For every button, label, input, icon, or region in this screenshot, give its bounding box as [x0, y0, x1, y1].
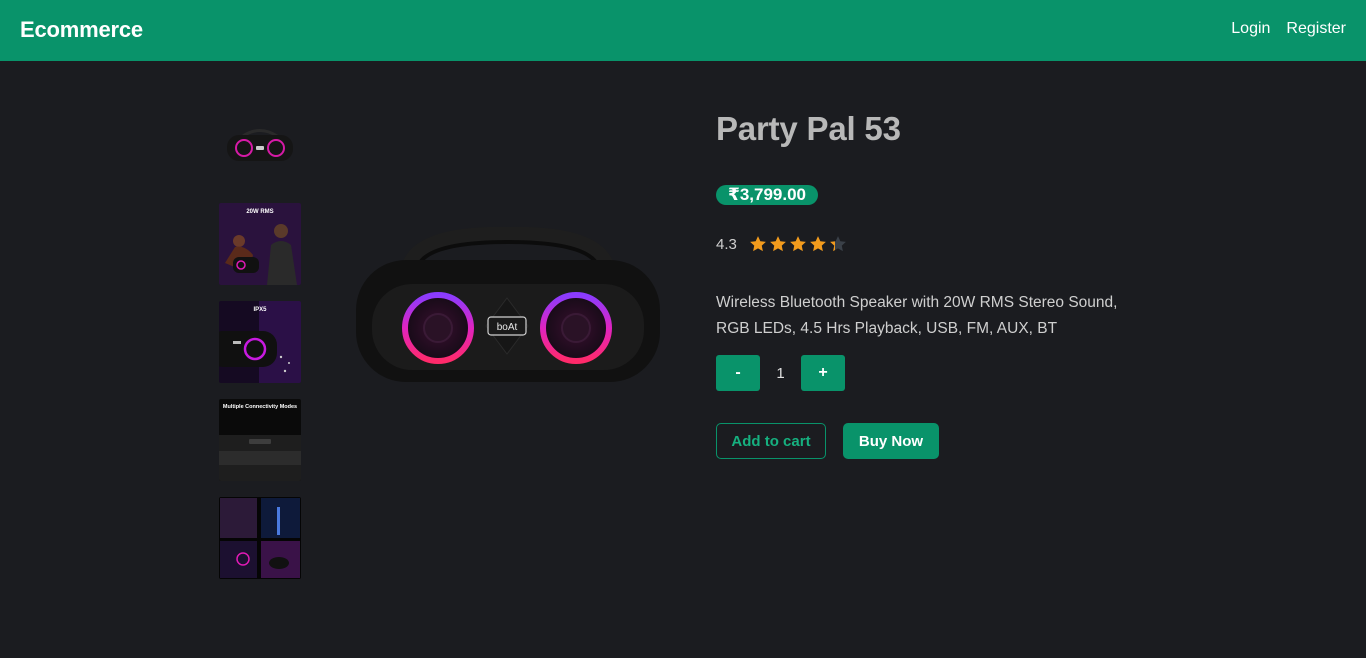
brand-label: boAt	[497, 322, 518, 333]
nav-links: Login Register	[1231, 20, 1346, 38]
brand-logo[interactable]: Ecommerce	[20, 17, 143, 43]
buy-now-button[interactable]: Buy Now	[843, 423, 939, 459]
star-icon	[829, 236, 846, 252]
product-description: Wireless Bluetooth Speaker with 20W RMS …	[716, 294, 1118, 337]
register-link[interactable]: Register	[1286, 20, 1346, 38]
price-badge: ₹3,799.00	[716, 185, 819, 205]
lifestyle-thumbnail-image: 20W RMS	[219, 203, 301, 285]
thumbnail-ipx5[interactable]: IPX5	[219, 301, 301, 383]
connectivity-thumbnail-image: Multiple Connectivity Modes	[219, 399, 301, 481]
add-to-cart-button[interactable]: Add to cart	[716, 423, 826, 459]
thumbnail-lifestyle[interactable]: 20W RMS	[219, 203, 301, 285]
star-icon	[749, 236, 766, 252]
product-title: Party Pal 53	[716, 110, 901, 147]
star-icon	[789, 236, 806, 252]
quantity-stepper: - 1 +	[716, 355, 845, 391]
rating-stars	[749, 235, 847, 253]
ipx5-thumbnail-image: IPX5	[219, 301, 301, 383]
increment-button[interactable]: +	[801, 355, 845, 391]
product-main-image: boAt	[348, 226, 668, 390]
collage-thumbnail-image	[219, 497, 301, 579]
speaker-thumbnail-image	[219, 105, 301, 187]
speaker-image: boAt	[356, 226, 660, 382]
thumbnail-caption: IPX5	[253, 307, 267, 313]
quantity-value: 1	[776, 364, 785, 382]
navbar: Ecommerce Login Register	[0, 0, 1366, 61]
decrement-button[interactable]: -	[716, 355, 760, 391]
thumbnail-front-view[interactable]	[219, 105, 301, 187]
star-icon	[769, 236, 786, 252]
star-icon	[809, 236, 826, 252]
thumbnail-features-collage[interactable]	[219, 497, 301, 579]
product-rating: 4.3	[716, 235, 847, 253]
thumbnail-caption: 20W RMS	[246, 209, 273, 215]
login-link[interactable]: Login	[1231, 20, 1270, 38]
action-buttons: Add to cart Buy Now	[716, 423, 939, 459]
thumbnail-connectivity[interactable]: Multiple Connectivity Modes	[219, 399, 301, 481]
thumbnail-caption: Multiple Connectivity Modes	[223, 404, 297, 410]
rating-value: 4.3	[716, 235, 737, 253]
